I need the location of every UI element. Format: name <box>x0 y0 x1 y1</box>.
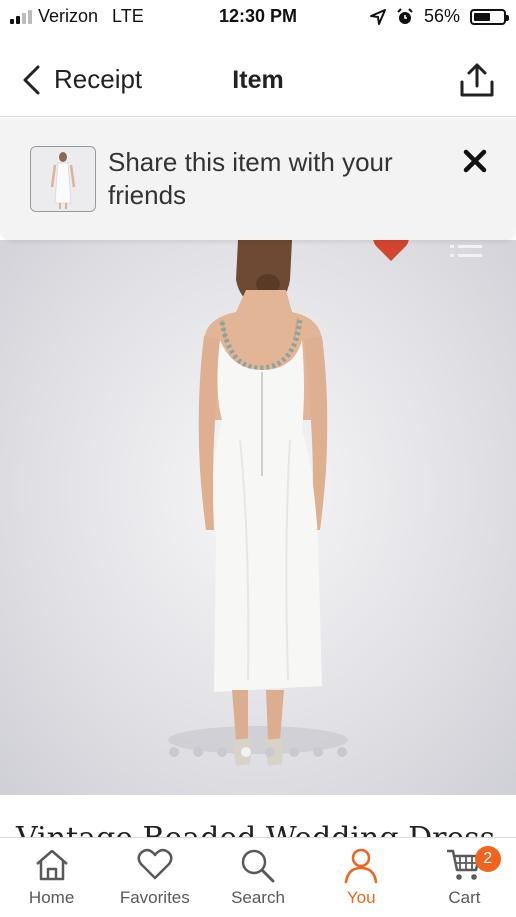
alarm-icon <box>397 7 413 24</box>
search-icon <box>241 849 275 883</box>
pagination-dot[interactable] <box>289 747 299 757</box>
favorite-button[interactable] <box>372 240 410 267</box>
tab-you[interactable]: You <box>310 838 413 917</box>
pagination-dot[interactable] <box>169 747 179 757</box>
cart-count-badge: 2 <box>474 846 501 872</box>
tab-search[interactable]: Search <box>206 838 309 917</box>
tab-favorites[interactable]: Favorites <box>103 838 206 917</box>
pagination-dot[interactable] <box>265 747 275 757</box>
battery-percent: 56% <box>423 6 460 26</box>
item-title: Vintage Beaded Wedding Dress <box>16 821 495 837</box>
tab-bar: Home Favorites Search You 2 Cart <box>0 837 516 917</box>
pagination-dot[interactable] <box>217 747 227 757</box>
pagination-dot[interactable] <box>313 747 323 757</box>
share-banner-message: Share this item with your friends <box>108 147 393 210</box>
person-icon <box>344 848 378 884</box>
tab-you-label: You <box>346 888 376 907</box>
tab-cart-label: Cart <box>448 888 481 907</box>
status-bar: Verizon LTE 12:30 PM 56% <box>0 0 516 34</box>
heart-icon <box>137 848 173 880</box>
tab-favorites-label: Favorites <box>119 888 190 907</box>
product-image[interactable] <box>0 240 516 795</box>
close-icon <box>463 149 487 173</box>
add-to-list-button[interactable] <box>450 242 482 265</box>
share-button[interactable] <box>460 62 494 103</box>
page-title: Item <box>232 66 284 94</box>
close-banner-button[interactable] <box>462 148 488 179</box>
product-photo <box>168 240 348 766</box>
pagination-dot[interactable] <box>193 747 203 757</box>
pagination-dot[interactable] <box>337 747 347 757</box>
image-pagination[interactable] <box>0 747 516 757</box>
navigation-bar: Receipt Item <box>0 44 516 117</box>
home-icon <box>35 849 68 881</box>
item-thumbnail <box>30 146 96 212</box>
status-right: 56% <box>369 6 509 27</box>
battery-icon <box>470 8 509 25</box>
tab-home-label: Home <box>28 888 75 907</box>
tab-home[interactable]: Home <box>0 838 103 917</box>
tab-cart[interactable]: 2 Cart <box>413 838 516 917</box>
pagination-dot[interactable] <box>241 747 251 757</box>
item-title-strip: Vintage Beaded Wedding Dress <box>0 795 516 837</box>
share-icon <box>460 63 494 97</box>
list-icon <box>450 245 482 257</box>
tab-search-label: Search <box>231 888 285 907</box>
heart-filled-icon <box>373 240 409 261</box>
location-icon <box>369 8 386 25</box>
share-banner[interactable]: Share this item with your friends <box>0 118 516 240</box>
